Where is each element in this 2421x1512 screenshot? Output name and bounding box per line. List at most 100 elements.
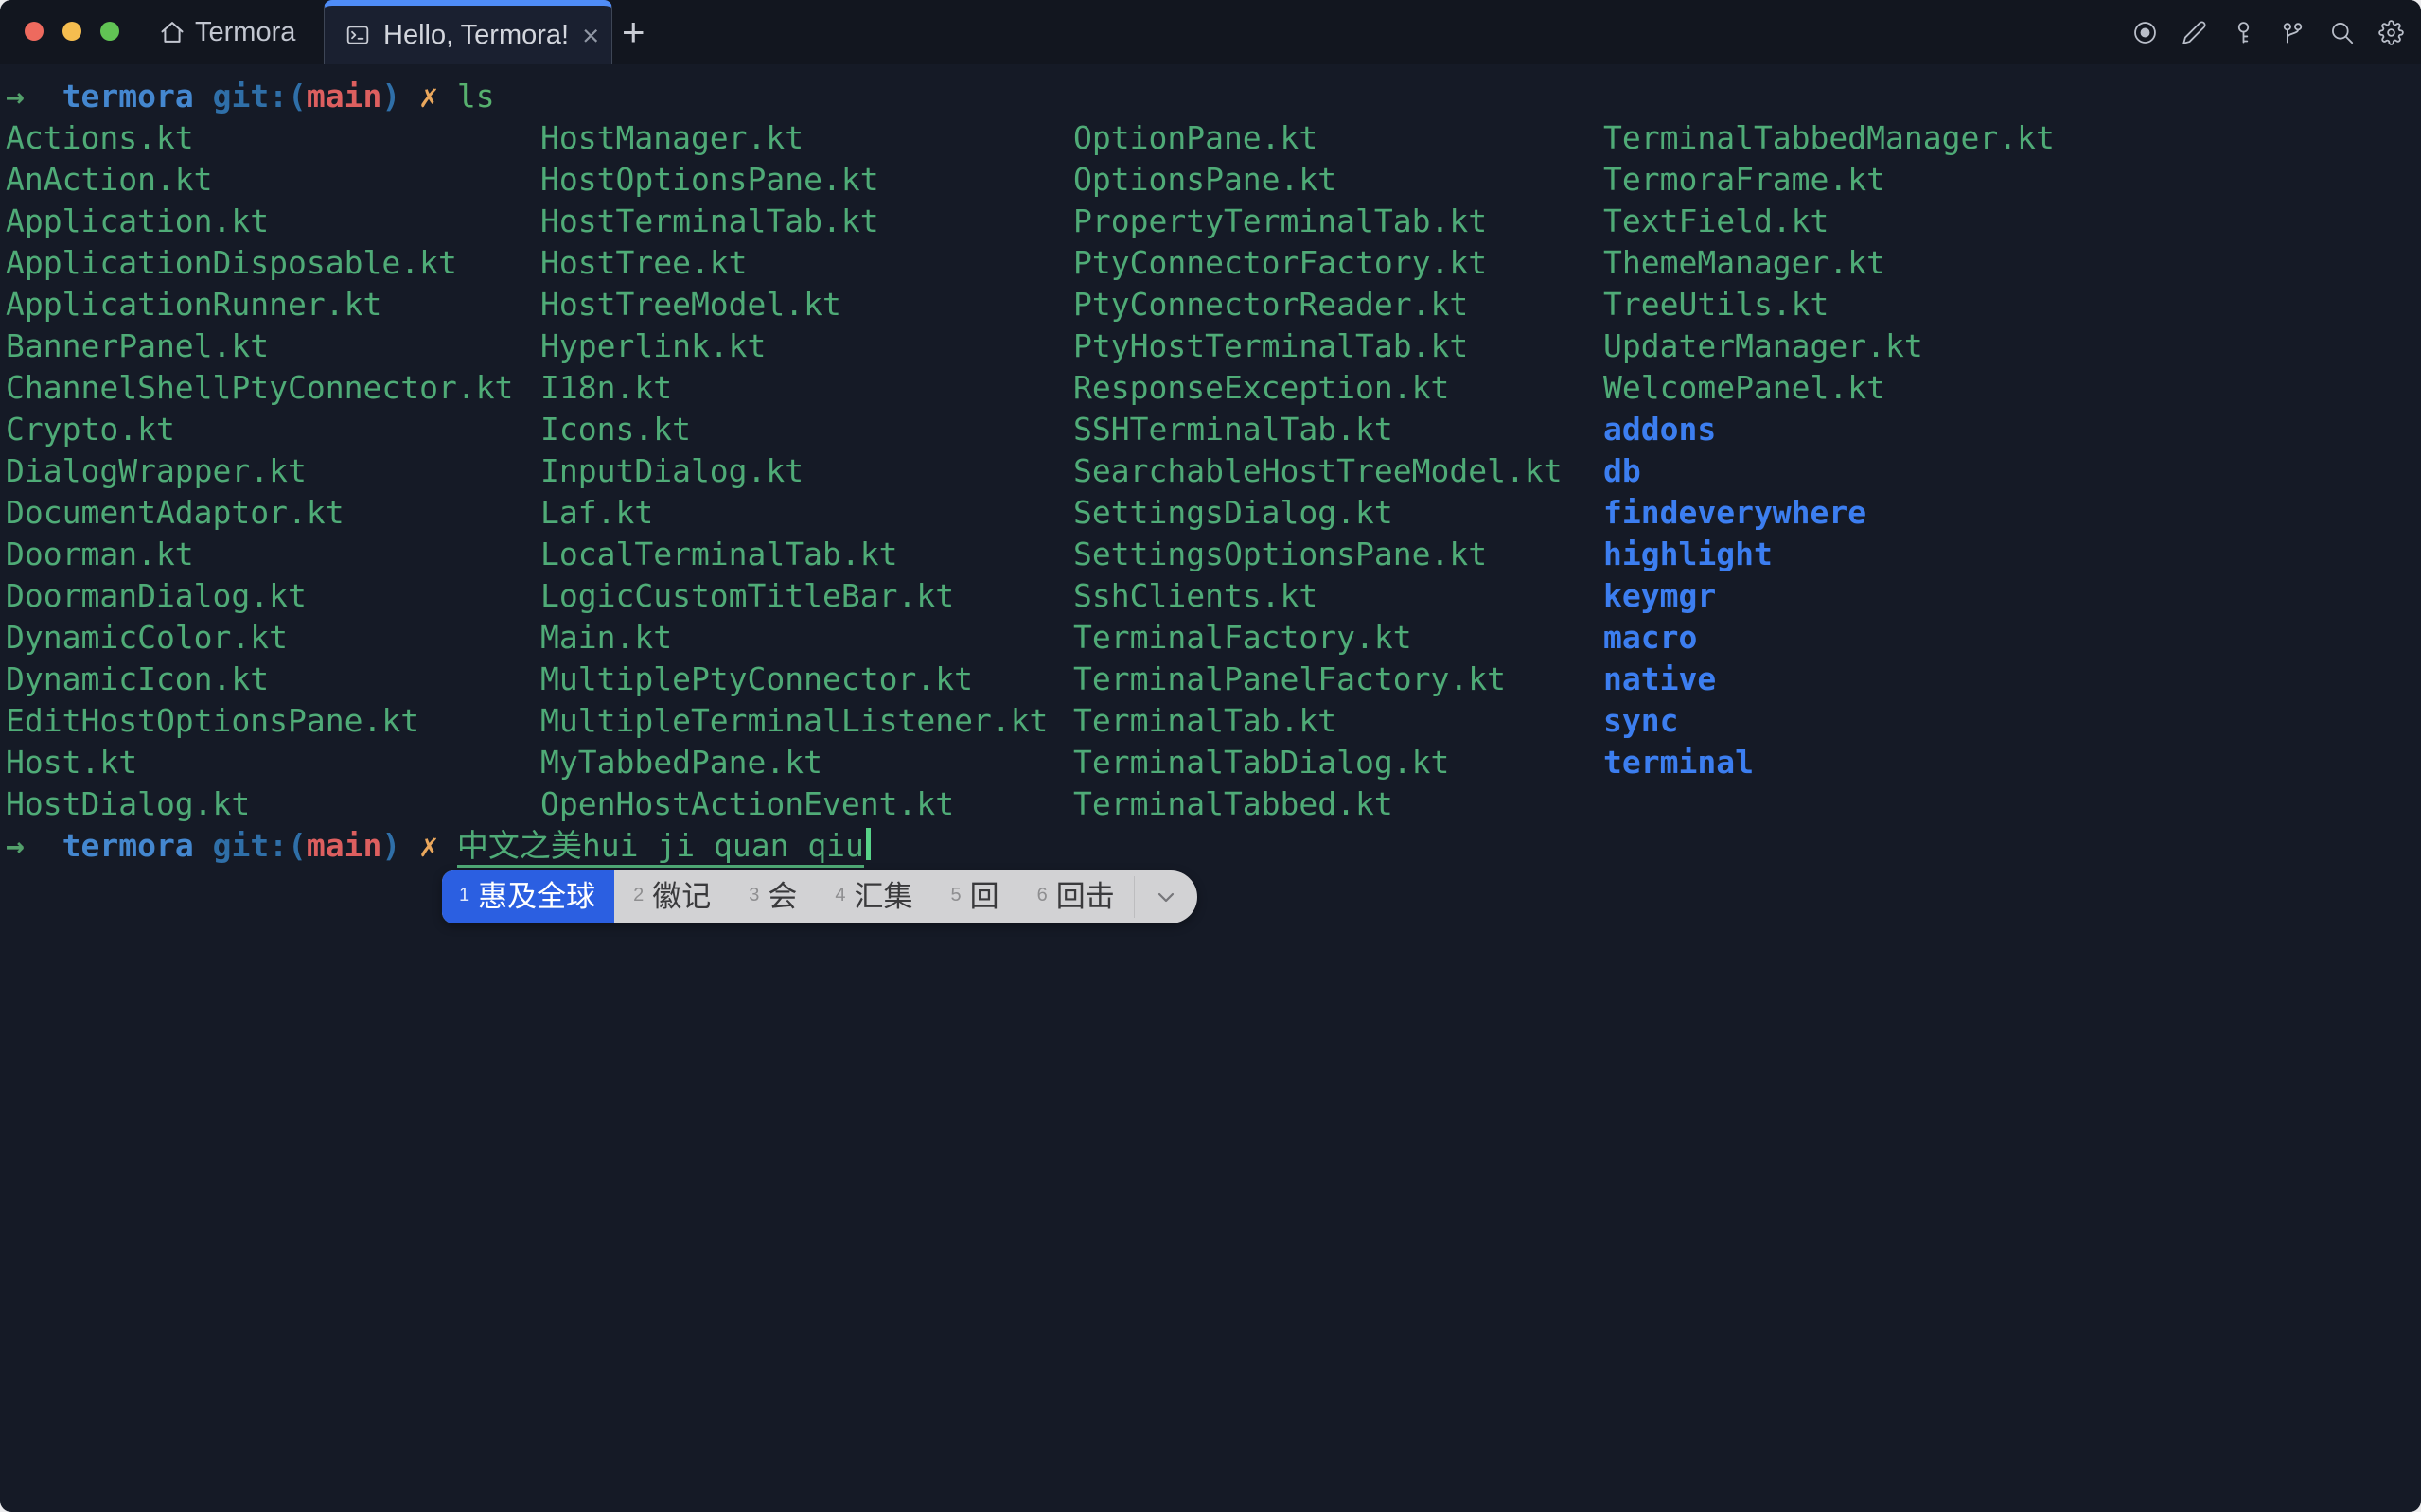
prompt-arrow: → bbox=[6, 78, 25, 114]
file-item: HostTree.kt bbox=[540, 242, 1048, 284]
file-item: OpenHostActionEvent.kt bbox=[540, 783, 1048, 825]
file-item: TerminalTab.kt bbox=[1073, 700, 1563, 742]
listing-column: TerminalTabbedManager.ktTermoraFrame.ktT… bbox=[1603, 117, 2055, 783]
dir-item: terminal bbox=[1603, 742, 2055, 783]
file-item: ThemeManager.kt bbox=[1603, 242, 2055, 284]
file-item: SettingsOptionsPane.kt bbox=[1073, 534, 1563, 575]
app-title: Termora bbox=[195, 0, 295, 64]
candidate-index: 6 bbox=[1037, 874, 1048, 916]
file-item: TerminalTabDialog.kt bbox=[1073, 742, 1563, 783]
file-item: HostManager.kt bbox=[540, 117, 1048, 159]
terminal-icon bbox=[345, 23, 370, 47]
prompt-line-1: → termora git:(main) ✗ ls bbox=[6, 76, 495, 117]
chevron-down-icon bbox=[1155, 886, 1177, 908]
command-text: ls bbox=[457, 78, 495, 114]
file-item: MyTabbedPane.kt bbox=[540, 742, 1048, 783]
ime-candidate-6[interactable]: 6回击 bbox=[1018, 870, 1134, 923]
file-item: LogicCustomTitleBar.kt bbox=[540, 575, 1048, 617]
file-item: TreeUtils.kt bbox=[1603, 284, 2055, 325]
file-item: SearchableHostTreeModel.kt bbox=[1073, 450, 1563, 492]
file-item: PtyConnectorFactory.kt bbox=[1073, 242, 1563, 284]
settings-icon[interactable] bbox=[2378, 20, 2404, 45]
file-item: TerminalFactory.kt bbox=[1073, 617, 1563, 659]
dir-item: addons bbox=[1603, 409, 2055, 450]
tab-close-icon[interactable]: × bbox=[582, 21, 599, 50]
git-dirty-mark: ✗ bbox=[419, 78, 438, 114]
candidate-text: 惠及全球 bbox=[478, 876, 595, 918]
file-item: BannerPanel.kt bbox=[6, 325, 513, 367]
file-item: TextField.kt bbox=[1603, 201, 2055, 242]
terminal-cursor bbox=[866, 828, 871, 860]
ime-candidate-2[interactable]: 2徽记 bbox=[614, 870, 730, 923]
tab-title: Hello, Termora! bbox=[383, 20, 569, 51]
file-item: InputDialog.kt bbox=[540, 450, 1048, 492]
dir-item: db bbox=[1603, 450, 2055, 492]
candidate-index: 2 bbox=[633, 874, 644, 916]
file-item: Crypto.kt bbox=[6, 409, 513, 450]
title-bar: Termora Hello, Termora! × + bbox=[0, 0, 2421, 64]
prompt-arrow: → bbox=[6, 827, 25, 864]
file-item: PtyHostTerminalTab.kt bbox=[1073, 325, 1563, 367]
terminal-area[interactable]: → termora git:(main) ✗ ls Actions.ktAnAc… bbox=[0, 64, 2421, 1512]
edit-icon[interactable] bbox=[2182, 20, 2207, 45]
dir-item: native bbox=[1603, 659, 2055, 700]
file-item: DynamicColor.kt bbox=[6, 617, 513, 659]
prompt-dir: termora bbox=[62, 827, 194, 864]
traffic-close-button[interactable] bbox=[25, 22, 44, 41]
listing-column: OptionPane.ktOptionsPane.ktPropertyTermi… bbox=[1073, 117, 1563, 825]
traffic-maximize-button[interactable] bbox=[100, 22, 119, 41]
candidate-text: 回 bbox=[970, 876, 999, 918]
file-item: DoormanDialog.kt bbox=[6, 575, 513, 617]
candidate-text: 回击 bbox=[1056, 876, 1115, 918]
branch-icon[interactable] bbox=[2280, 20, 2306, 45]
file-item: Doorman.kt bbox=[6, 534, 513, 575]
file-item: EditHostOptionsPane.kt bbox=[6, 700, 513, 742]
file-item: TerminalTabbedManager.kt bbox=[1603, 117, 2055, 159]
candidate-text: 会 bbox=[768, 876, 797, 918]
ime-candidate-3[interactable]: 3会 bbox=[730, 870, 816, 923]
dir-item: findeverywhere bbox=[1603, 492, 2055, 534]
titlebar-actions bbox=[2132, 0, 2404, 64]
tab-hello-termora[interactable]: Hello, Termora! × bbox=[324, 0, 612, 64]
key-icon[interactable] bbox=[2231, 20, 2256, 45]
file-item: LocalTerminalTab.kt bbox=[540, 534, 1048, 575]
file-item: HostTerminalTab.kt bbox=[540, 201, 1048, 242]
file-item: AnAction.kt bbox=[6, 159, 513, 201]
git-dirty-mark: ✗ bbox=[419, 827, 438, 864]
new-tab-button[interactable]: + bbox=[622, 0, 645, 64]
candidate-text: 徽记 bbox=[652, 876, 711, 918]
prompt-dir: termora bbox=[62, 78, 194, 114]
file-item: MultipleTerminalListener.kt bbox=[540, 700, 1048, 742]
file-item: Application.kt bbox=[6, 201, 513, 242]
ime-composition-text: 中文之美hui ji quan qiu bbox=[457, 827, 864, 868]
file-item: HostDialog.kt bbox=[6, 783, 513, 825]
home-icon[interactable] bbox=[159, 19, 186, 45]
file-item: MultiplePtyConnector.kt bbox=[540, 659, 1048, 700]
file-item: ApplicationRunner.kt bbox=[6, 284, 513, 325]
candidate-index: 3 bbox=[749, 874, 759, 916]
termora-window: Termora Hello, Termora! × + bbox=[0, 0, 2421, 1512]
file-item: OptionPane.kt bbox=[1073, 117, 1563, 159]
ime-candidate-5[interactable]: 5回 bbox=[932, 870, 1018, 923]
file-item: I18n.kt bbox=[540, 367, 1048, 409]
candidate-text: 汇集 bbox=[855, 876, 913, 918]
ime-candidate-1[interactable]: 1惠及全球 bbox=[442, 870, 614, 923]
file-item: WelcomePanel.kt bbox=[1603, 367, 2055, 409]
candidate-index: 5 bbox=[951, 874, 962, 916]
file-item: PropertyTerminalTab.kt bbox=[1073, 201, 1563, 242]
traffic-minimize-button[interactable] bbox=[62, 22, 81, 41]
dir-item: highlight bbox=[1603, 534, 2055, 575]
file-item: SSHTerminalTab.kt bbox=[1073, 409, 1563, 450]
file-item: SettingsDialog.kt bbox=[1073, 492, 1563, 534]
file-item: DynamicIcon.kt bbox=[6, 659, 513, 700]
file-item: OptionsPane.kt bbox=[1073, 159, 1563, 201]
git-branch: main bbox=[307, 827, 381, 864]
listing-column: HostManager.ktHostOptionsPane.ktHostTerm… bbox=[540, 117, 1048, 825]
file-item: HostOptionsPane.kt bbox=[540, 159, 1048, 201]
dir-item: macro bbox=[1603, 617, 2055, 659]
search-icon[interactable] bbox=[2329, 20, 2355, 45]
file-item: ApplicationDisposable.kt bbox=[6, 242, 513, 284]
ime-more-button[interactable] bbox=[1135, 870, 1197, 923]
ime-candidate-4[interactable]: 4汇集 bbox=[816, 870, 931, 923]
record-icon[interactable] bbox=[2132, 20, 2158, 45]
